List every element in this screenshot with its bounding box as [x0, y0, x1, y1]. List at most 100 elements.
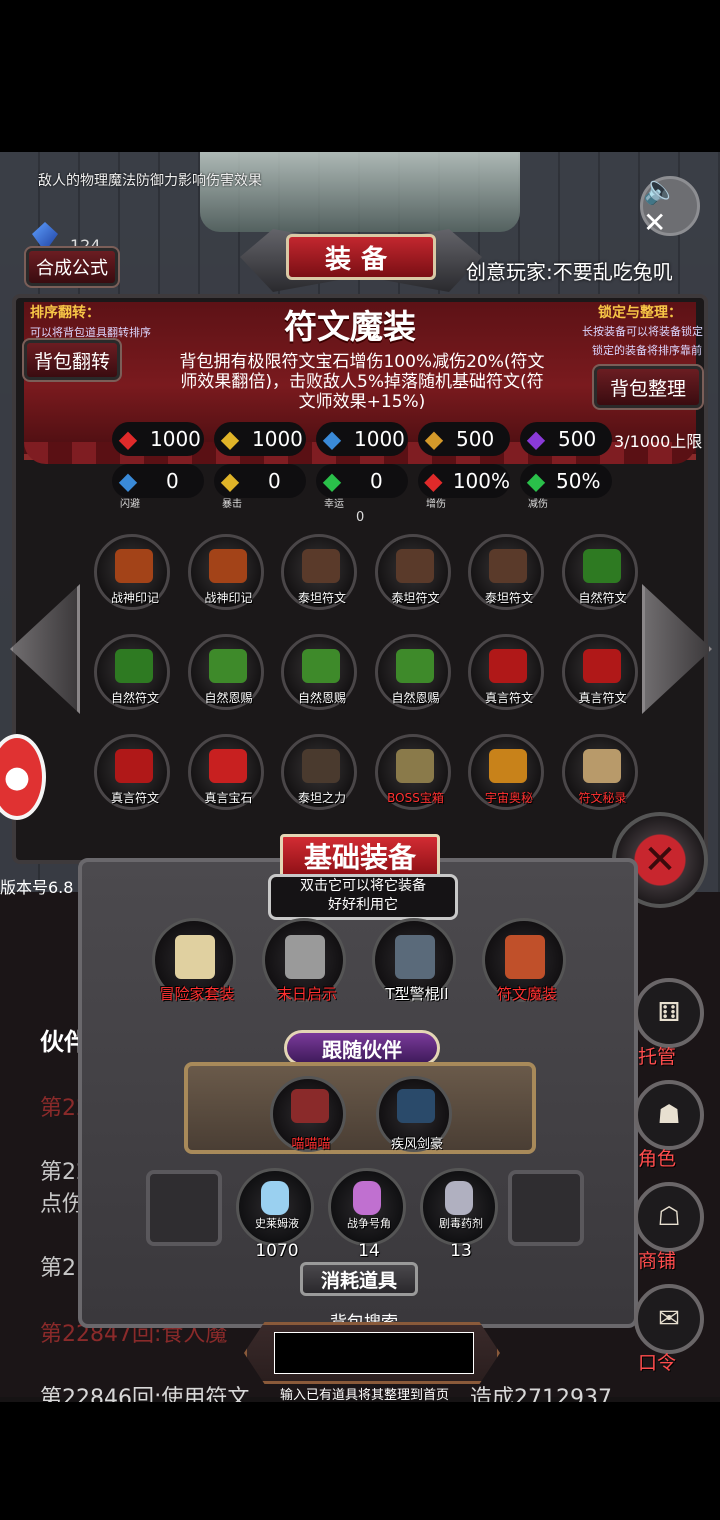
base-equip-title: 基础装备 [280, 834, 440, 878]
item-label: 自然符文 [110, 691, 159, 705]
consumable-label: 战争号角 [347, 1217, 391, 1230]
inventory-slot[interactable]: 真言宝石 [187, 734, 264, 810]
stat-pill: ◆ 幸运 0 [316, 464, 408, 510]
stat-pill: ◆ 增伤 100% [418, 464, 510, 510]
equip-slot[interactable]: 符文魔装 [482, 918, 566, 1003]
inventory-slot[interactable]: 泰坦之力 [281, 734, 357, 810]
partner-icon [291, 1089, 329, 1123]
item-label: 自然符文 [578, 591, 627, 605]
stat-value: 0 [370, 469, 383, 493]
partner-slot[interactable]: 喵喵喵 [270, 1076, 346, 1152]
consumable-slot[interactable]: 剧毒药剂 13 [420, 1168, 498, 1261]
inventory-slot[interactable]: 真言符文 [561, 634, 638, 710]
consumable-label: 史莱姆液 [255, 1217, 299, 1230]
synthesis-formula-button[interactable]: 合成公式 [24, 246, 120, 288]
inventory-slot[interactable]: 战神印记 [187, 534, 264, 610]
equip-slot[interactable]: T型警棍II [372, 918, 456, 1003]
consumable-label: 剧毒药剂 [439, 1217, 483, 1230]
item-icon [489, 749, 527, 783]
inventory-slot[interactable]: 宇宙奥秘 [468, 734, 544, 810]
inventory-slot[interactable]: 符文秘录 [561, 734, 638, 810]
search-hint: 输入已有道具将其整理到首页 [280, 1388, 450, 1402]
item-icon [302, 749, 340, 783]
equip-slot[interactable]: 冒险家套装 [152, 918, 236, 1003]
stat-pill: ◆ 闪避 0 [112, 464, 204, 510]
item-label: 战神印记 [204, 591, 253, 605]
mute-button[interactable]: 🔈✕ [640, 173, 700, 239]
sort-flip-desc: 可以将背包道具翻转排序 [30, 326, 151, 339]
helmet-icon: ◆ [322, 425, 342, 453]
item-label: 宇宙奥秘 [484, 791, 533, 805]
stat-pill: ◆ 减伤 50% [520, 464, 612, 510]
inventory-slot[interactable]: 战神印记 [94, 534, 170, 610]
log-line-5-tail: 造成2712937 [470, 1386, 612, 1402]
item-icon [302, 549, 340, 583]
stat-pill: ◆ 1000 [112, 422, 204, 456]
right-menu-button[interactable]: ✉ [634, 1284, 704, 1354]
consumable-count: 14 [358, 1241, 380, 1261]
empty-consumable-slot[interactable] [146, 1170, 222, 1246]
inventory-slot[interactable]: 真言符文 [94, 734, 170, 810]
empty-consumable-slot[interactable] [508, 1170, 584, 1246]
item-icon [582, 649, 621, 683]
equipment-title: 装备 [286, 234, 436, 280]
item-icon [395, 749, 434, 783]
inventory-slot[interactable]: 自然恩赐 [187, 634, 264, 710]
stat-value: 500 [456, 427, 495, 451]
search-input[interactable] [274, 1332, 474, 1374]
sword-icon: ◆ 增伤 [424, 467, 446, 510]
inventory-slot[interactable]: 泰坦符文 [468, 534, 544, 610]
base-equip-hint-2: 好好利用它 [328, 897, 398, 913]
item-label: 泰坦符文 [297, 591, 346, 605]
inventory-slot[interactable]: 自然恩赐 [281, 634, 357, 710]
right-menu-button[interactable]: ☖ [634, 1182, 704, 1252]
base-equip-hint-1: 双击它可以将它装备 [300, 878, 426, 894]
item-icon [115, 749, 153, 783]
item-icon [489, 549, 527, 583]
item-label: 泰坦之力 [297, 791, 346, 805]
consumable-slots: 史莱姆液 1070 战争号角 14 剧毒药剂 13 [146, 1164, 586, 1274]
stats-row-secondary: ◆ 闪避 0 ◆ 暴击 0 ◆ 幸运 0 ◆ 增伤 100% ◆ 减伤 50% [112, 464, 612, 510]
player-name: 创意玩家:不要乱吃兔叽 [466, 260, 673, 284]
inventory-slot[interactable]: 自然恩赐 [374, 634, 451, 710]
consumable-slot[interactable]: 史莱姆液 1070 [236, 1168, 314, 1261]
set-name: 符文魔装 [284, 307, 416, 346]
base-equip-slots: 冒险家套装 末日启示 T型警棍II 符文魔装 [152, 918, 592, 1018]
consumable-icon [353, 1181, 381, 1215]
hood-icon: ☗ [657, 1100, 681, 1130]
set-description: 背包拥有极限符文宝石增伤100%减伤20%(符文师效果翻倍)，击败敌人5%掉落随… [179, 352, 545, 412]
item-label: 真言符文 [110, 791, 159, 805]
consumable-slot[interactable]: 战争号角 14 [328, 1168, 406, 1261]
game-screen: 敌人的物理魔法防御力影响伤害效果 🔈✕ 124 装备 合成公式 创意玩家:不要乱… [0, 152, 720, 1402]
bag-flip-button[interactable]: 背包翻转 [22, 338, 122, 382]
right-menu-label: 口令 [638, 1352, 677, 1374]
inventory-slot[interactable]: BOSS宝箱 [374, 734, 451, 810]
right-menu-button[interactable]: ⚅ [634, 978, 704, 1048]
shield-icon: ◆ 减伤 [526, 467, 548, 510]
stat-value: 500 [558, 427, 597, 451]
stat-label: 闪避 [120, 499, 140, 510]
partner-slot[interactable]: 疾风剑豪 [376, 1076, 452, 1152]
stats-row-primary: ◆ 1000 ◆ 1000 ◆ 1000 ◆ 500 ◆ 500 [112, 422, 612, 458]
inventory-slot[interactable]: 真言符文 [468, 634, 544, 710]
inventory-slot[interactable]: 自然符文 [94, 634, 170, 710]
right-menu-label: 商铺 [638, 1250, 677, 1272]
log-line-5: 第22846回:使用符文 [40, 1386, 250, 1402]
stat-pill: ◆ 500 [418, 422, 510, 456]
inventory-slot[interactable]: 自然符文 [561, 534, 638, 610]
bag-sort-button[interactable]: 背包整理 [592, 364, 704, 410]
inventory-slot[interactable]: 泰坦符文 [281, 534, 357, 610]
inventory-slot[interactable]: 泰坦符文 [374, 534, 451, 610]
item-icon [208, 749, 247, 783]
stat-pill: ◆ 1000 [316, 422, 408, 456]
equip-icon [175, 935, 215, 979]
item-icon [115, 649, 153, 683]
item-icon [208, 649, 247, 683]
item-label: 真言符文 [484, 691, 533, 705]
partner-slots: 喵喵喵 疾风剑豪 [270, 1076, 480, 1166]
equip-slot[interactable]: 末日启示 [262, 918, 346, 1003]
equip-icon [505, 935, 545, 979]
item-label: BOSS宝箱 [387, 791, 444, 805]
log-line-3: 第2 [40, 1256, 76, 1281]
right-menu-button[interactable]: ☗ [634, 1080, 704, 1150]
